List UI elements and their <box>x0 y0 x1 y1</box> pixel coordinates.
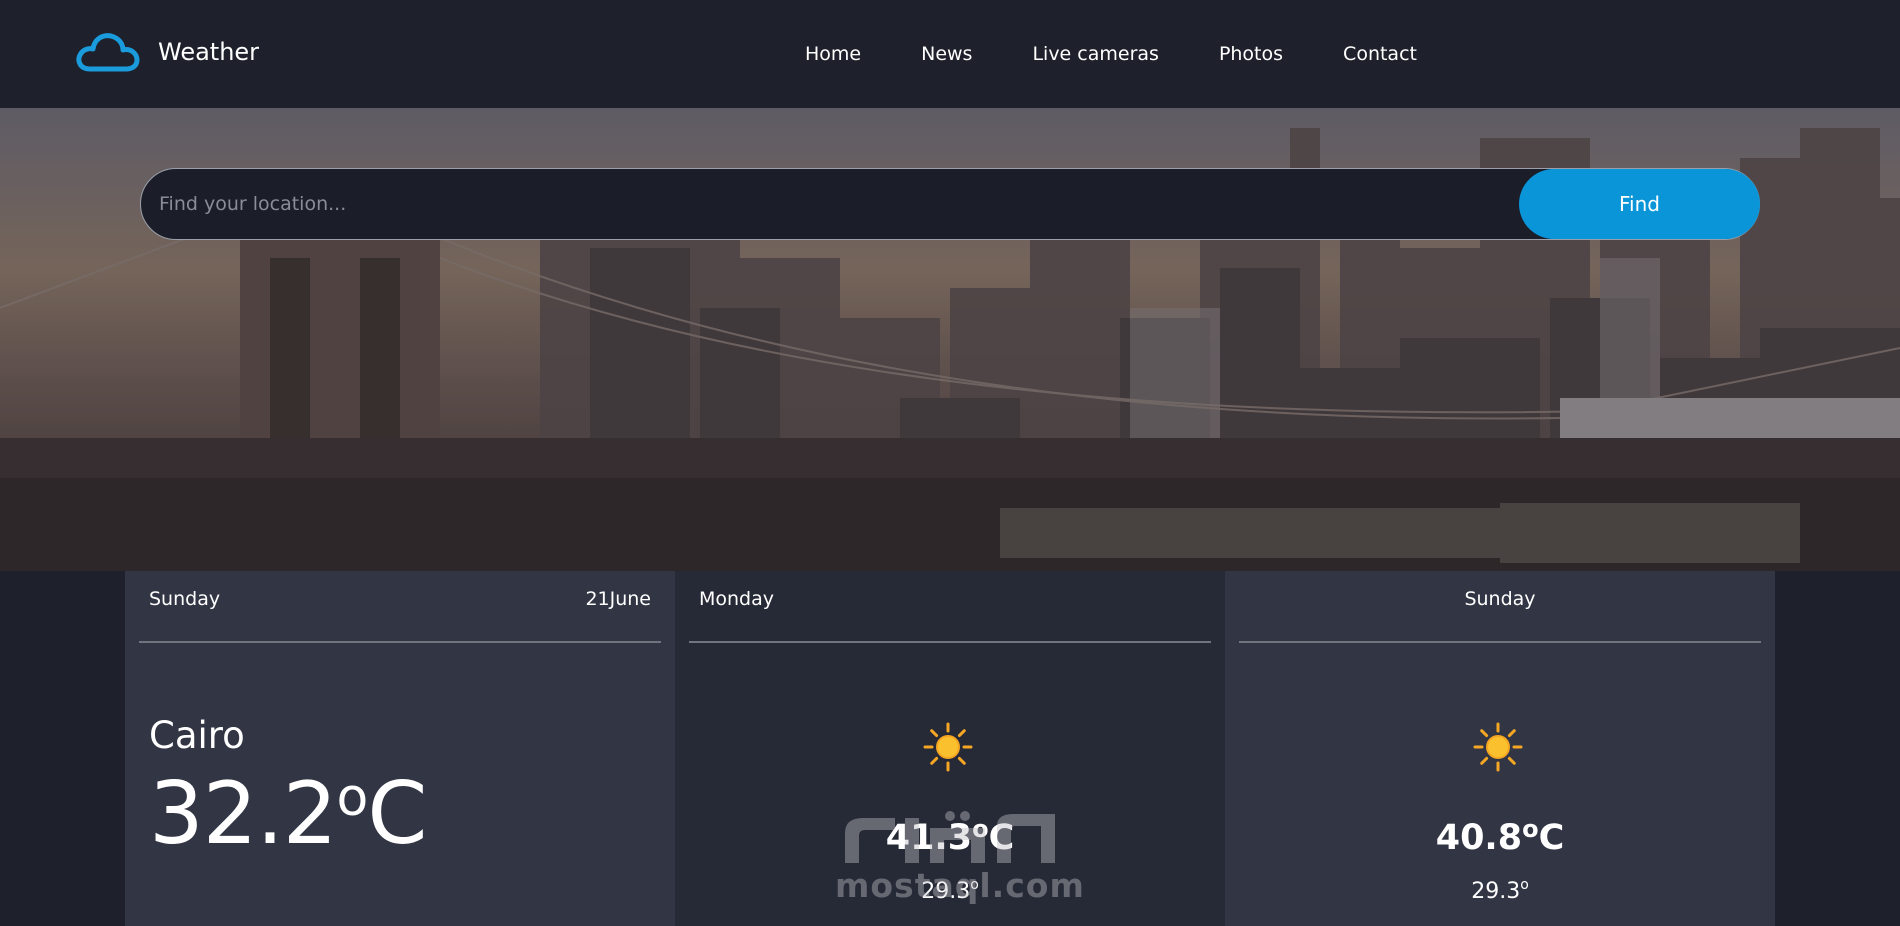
min-temperature: 29.3o <box>675 877 1225 904</box>
card-header: Sunday 21June <box>139 571 661 643</box>
min-temp-value: 29.3 <box>921 879 971 904</box>
current-temperature: 32.2oC <box>149 763 427 866</box>
unit-label: C <box>1538 818 1565 858</box>
city-name: Cairo <box>149 714 245 757</box>
navbar: Weather Home News Live cameras Photos Co… <box>0 0 1900 108</box>
card-header: Monday <box>689 571 1211 643</box>
card-header: Sunday <box>1239 571 1761 643</box>
max-temperature: 40.8oC <box>1225 815 1775 858</box>
degree-symbol: o <box>1520 877 1529 893</box>
degree-symbol: o <box>970 877 979 893</box>
cloud-icon <box>76 33 140 72</box>
brand-name: Weather <box>158 38 260 66</box>
location-search-input[interactable] <box>159 169 1459 239</box>
card-date: 21June <box>585 588 651 610</box>
search-bar: Find <box>140 168 1760 240</box>
find-button[interactable]: Find <box>1519 169 1760 239</box>
degree-symbol: o <box>336 768 368 828</box>
nav-contact[interactable]: Contact <box>1343 43 1417 65</box>
forecast-card-day2: Monday 41.3oC 29.3o <box>675 571 1225 926</box>
degree-symbol: o <box>972 815 989 843</box>
max-temp-value: 41.3 <box>885 818 973 858</box>
max-temperature: 41.3oC <box>675 815 1225 858</box>
min-temp-value: 29.3 <box>1471 879 1521 904</box>
card-day: Sunday <box>1464 588 1536 610</box>
nav-home[interactable]: Home <box>805 43 861 65</box>
unit-label: C <box>988 818 1015 858</box>
sun-icon <box>923 722 973 772</box>
card-day: Sunday <box>149 588 221 610</box>
brand-logo[interactable]: Weather <box>74 31 259 73</box>
min-temperature: 29.3o <box>1225 877 1775 904</box>
forecast-card-day3: Sunday 40.8oC 29.3o <box>1225 571 1775 926</box>
nav-photos[interactable]: Photos <box>1219 43 1283 65</box>
card-day: Monday <box>699 588 775 610</box>
unit-label: C <box>367 764 427 864</box>
max-temp-value: 40.8 <box>1435 818 1523 858</box>
nav-live-cameras[interactable]: Live cameras <box>1032 43 1158 65</box>
nav-news[interactable]: News <box>921 43 972 65</box>
sun-icon <box>1473 722 1523 772</box>
forecast-card-today: Sunday 21June Cairo 32.2oC <box>125 571 675 926</box>
forecast-section: Sunday 21June Cairo 32.2oC Monday 41.3oC… <box>125 571 1775 926</box>
temp-value: 32.2 <box>149 764 337 864</box>
main-nav: Home News Live cameras Photos Contact <box>775 0 1447 108</box>
degree-symbol: o <box>1522 815 1539 843</box>
